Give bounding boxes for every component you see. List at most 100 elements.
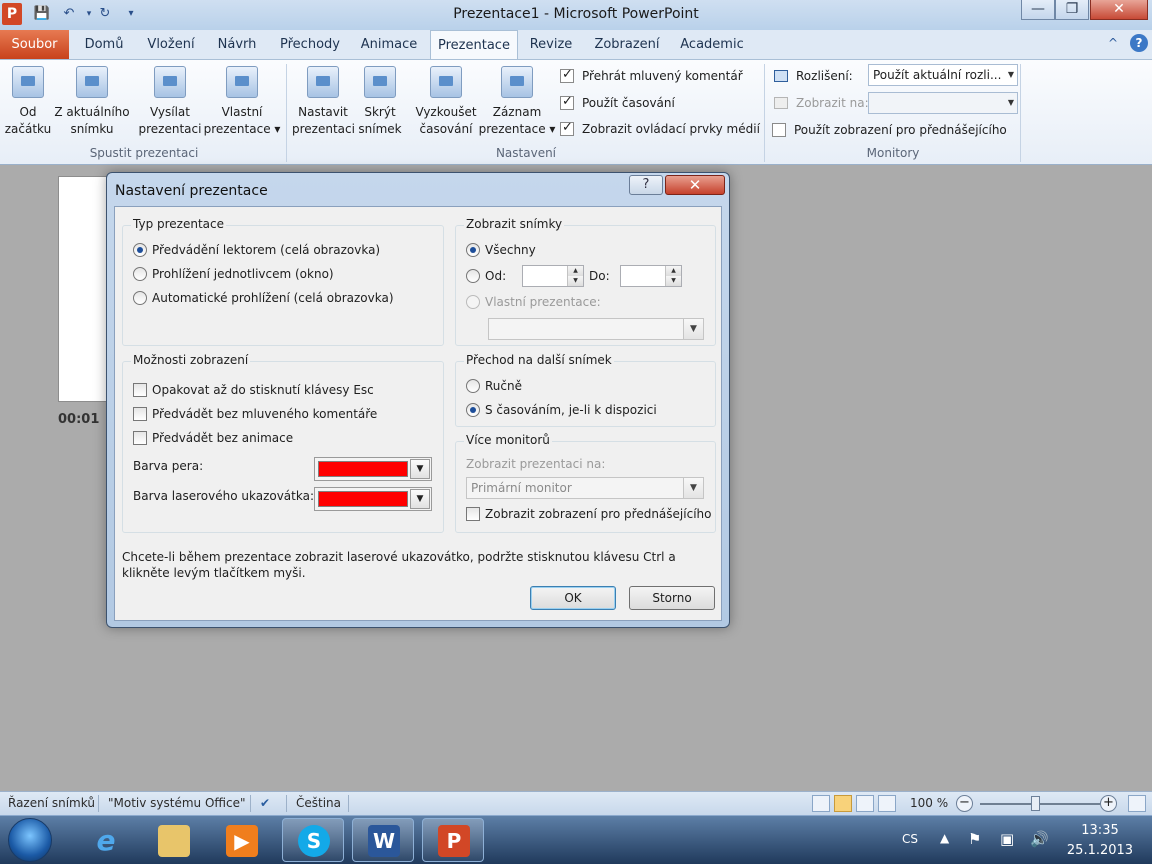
tab-view[interactable]: Zobrazení [594, 36, 660, 59]
close-button[interactable]: ✕ [1090, 0, 1148, 20]
skype-icon: S [298, 825, 330, 857]
pen-color-label: Barva pera: [133, 459, 204, 473]
clock-time: 13:35 [1081, 823, 1119, 838]
tab-review[interactable]: Revize [528, 36, 574, 59]
setup-show-button[interactable]: Nastavit prezentaci [292, 66, 355, 138]
show-slides-custom-radio[interactable]: Vlastní prezentace: [466, 295, 601, 309]
fit-to-window-icon[interactable] [1128, 795, 1146, 812]
tab-insert[interactable]: Vložení [144, 36, 198, 59]
radio-icon [466, 269, 480, 283]
slideshow-view-icon[interactable] [878, 795, 896, 812]
volume-icon[interactable]: 🔊 [1030, 830, 1049, 848]
zoom-in-icon[interactable]: + [1100, 795, 1117, 812]
zoom-out-icon[interactable]: − [956, 795, 973, 812]
taskbar-word[interactable]: W [352, 818, 414, 862]
laser-color-picker[interactable]: ▼ [314, 487, 432, 511]
reading-view-icon[interactable] [856, 795, 874, 812]
show-type-kiosk-radio[interactable]: Automatické prohlížení (celá obrazovka) [133, 291, 394, 305]
taskbar-media-player[interactable]: ▶ [210, 818, 272, 862]
broadcast-button[interactable]: Vysílat prezentaci [138, 66, 202, 138]
tab-transitions[interactable]: Přechody [278, 36, 342, 59]
show-type-presenter-label: Předvádění lektorem (celá obrazovka) [152, 243, 381, 257]
resolution-combo[interactable]: Použít aktuální rozli... ▼ [868, 64, 1018, 86]
spellcheck-icon[interactable]: ✔ [260, 796, 270, 810]
zoom-level[interactable]: 100 % [910, 796, 948, 810]
word-icon: W [368, 825, 400, 857]
use-timings-checkbox[interactable]: Použít časování [560, 94, 675, 110]
maximize-button[interactable]: ❐ [1055, 0, 1089, 20]
without-animation-checkbox[interactable]: Předvádět bez animace [133, 431, 293, 445]
tab-home[interactable]: Domů [82, 36, 126, 59]
custom-show-combo[interactable]: ▼ [488, 318, 704, 340]
to-slide-spinner[interactable]: ▲ ▼ [620, 265, 682, 287]
play-narrations-checkbox[interactable]: Přehrát mluvený komentář [560, 67, 743, 83]
spin-up-icon[interactable]: ▲ [665, 266, 681, 276]
rehearse-timings-button[interactable]: Vyzkoušet časování [412, 66, 480, 138]
advance-manual-radio[interactable]: Ručně [466, 379, 522, 393]
spin-up-icon[interactable]: ▲ [567, 266, 583, 276]
advance-timings-radio[interactable]: S časováním, je-li k dispozici [466, 403, 657, 417]
theme-status[interactable]: "Motiv systému Office" [108, 796, 246, 810]
spin-down-icon[interactable]: ▼ [567, 276, 583, 286]
minimize-button[interactable]: — [1021, 0, 1055, 20]
from-current-slide-button[interactable]: Z aktuálního snímku [54, 66, 130, 138]
presenter-view-checkbox[interactable]: Použít zobrazení pro přednášejícího [772, 123, 1007, 137]
language-indicator[interactable]: CS [902, 832, 918, 846]
clock[interactable]: 13:35 25.1.2013 [1060, 821, 1140, 861]
show-hidden-icons-icon[interactable]: ▲ [940, 831, 949, 845]
from-slide-spinner[interactable]: ▲ ▼ [522, 265, 584, 287]
hide-slide-button[interactable]: Skrýt snímek [356, 66, 404, 138]
dialog-close-button[interactable]: ✕ [665, 175, 725, 195]
taskbar-skype[interactable]: S [282, 818, 344, 862]
pen-color-picker[interactable]: ▼ [314, 457, 432, 481]
tab-design[interactable]: Návrh [214, 36, 260, 59]
rehearse-timings-label: Vyzkoušet časování [415, 105, 477, 136]
status-separator [348, 795, 349, 812]
tab-slideshow[interactable]: Prezentace [430, 30, 518, 60]
show-slides-all-radio[interactable]: Všechny [466, 243, 536, 257]
taskbar-explorer[interactable] [142, 818, 204, 862]
record-icon [501, 66, 533, 98]
display-on-combo[interactable]: Primární monitor ▼ [466, 477, 704, 499]
tab-academic[interactable]: Academic [680, 36, 744, 59]
show-type-individual-radio[interactable]: Prohlížení jednotlivcem (okno) [133, 267, 334, 281]
show-media-controls-checkbox[interactable]: Zobrazit ovládací prvky médií [560, 120, 760, 136]
help-icon[interactable]: ? [1130, 34, 1148, 52]
cancel-button[interactable]: Storno [629, 586, 715, 610]
show-slides-from-radio[interactable]: Od: [466, 269, 506, 283]
start-button[interactable] [8, 818, 52, 862]
language-status[interactable]: Čeština [296, 796, 341, 810]
zoom-slider-track[interactable] [980, 803, 1100, 805]
from-beginning-button[interactable]: Od začátku [4, 66, 52, 138]
collapse-ribbon-icon[interactable]: ^ [1108, 36, 1118, 50]
checkbox-icon [772, 123, 786, 137]
slide-sorter-view-icon[interactable] [834, 795, 852, 812]
show-type-presenter-radio[interactable]: Předvádění lektorem (celá obrazovka) [133, 243, 380, 257]
custom-show-button[interactable]: Vlastní prezentace ▾ [202, 66, 282, 138]
taskbar-ie[interactable]: e [74, 818, 136, 862]
action-center-flag-icon[interactable]: ⚑ [968, 830, 981, 848]
taskbar-powerpoint[interactable]: P [422, 818, 484, 862]
dialog-help-button[interactable]: ? [629, 175, 663, 195]
radio-icon [133, 291, 147, 305]
pen-color-swatch [318, 461, 408, 477]
network-icon[interactable]: ▣ [1000, 830, 1014, 848]
multiple-monitors-group: Více monitorů Zobrazit prezentaci na: Pr… [455, 433, 716, 533]
show-on-label: Zobrazit na: [796, 96, 869, 110]
tab-animations[interactable]: Animace [360, 36, 418, 59]
show-on-combo[interactable]: ▼ [868, 92, 1018, 114]
show-presenter-view-checkbox[interactable]: Zobrazit zobrazení pro přednášejícího [466, 507, 711, 521]
without-narration-checkbox[interactable]: Předvádět bez mluveného komentáře [133, 407, 377, 421]
tab-file[interactable]: Soubor [0, 30, 69, 59]
ok-button[interactable]: OK [530, 586, 616, 610]
record-show-button[interactable]: Záznam prezentace ▾ [478, 66, 556, 138]
normal-view-icon[interactable] [812, 795, 830, 812]
group-label-setup: Nastavení [495, 146, 557, 160]
show-presenter-view-label: Zobrazit zobrazení pro přednášejícího [485, 507, 712, 521]
spin-down-icon[interactable]: ▼ [665, 276, 681, 286]
zoom-slider-thumb[interactable] [1031, 796, 1040, 811]
use-timings-label: Použít časování [582, 96, 675, 110]
title-bar: P 💾 ↶ ▾ ↻ ▾ Prezentace1 - Microsoft Powe… [0, 0, 1152, 30]
loop-until-esc-checkbox[interactable]: Opakovat až do stisknutí klávesy Esc [133, 383, 374, 397]
slide-thumbnail[interactable] [58, 176, 108, 402]
